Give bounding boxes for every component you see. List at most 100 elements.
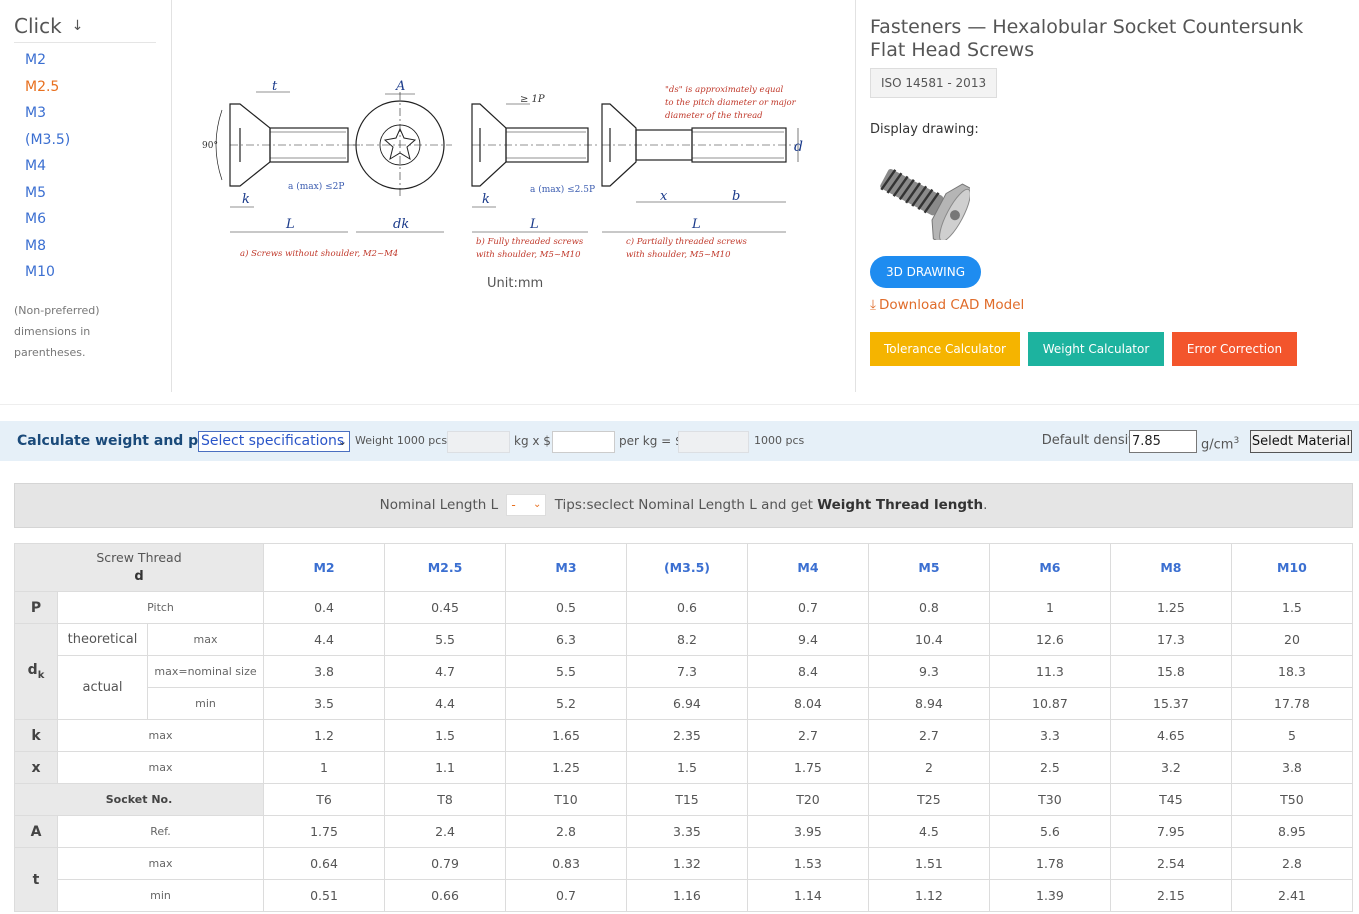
table-value: 7.95 (1109, 815, 1232, 848)
table-value: 8.95 (1230, 815, 1354, 848)
table-value: 3.35 (625, 815, 748, 848)
size-link[interactable]: M2.5 (25, 77, 70, 104)
table-value: 2.4 (384, 815, 506, 848)
total-price-field (678, 431, 749, 453)
table-value: T25 (867, 783, 990, 816)
density-label: Default density (1041, 433, 1141, 448)
size-link[interactable]: (M3.5) (25, 130, 70, 157)
table-value: 5 (1230, 719, 1354, 752)
label-ref: Ref. (56, 815, 265, 848)
weight-price-calculator: Calculate weight and price. Select speci… (0, 421, 1359, 461)
standard-badge[interactable]: ISO 14581 - 2013 (870, 68, 998, 98)
table-value: 8.2 (625, 623, 748, 656)
column-size-header: M8 (1109, 543, 1232, 592)
product-info-panel: Fasteners — Hexalobular Socket Countersu… (855, 0, 1355, 392)
select-material-button[interactable]: Seledt Material (1250, 430, 1352, 453)
size-link[interactable]: M8 (25, 236, 70, 263)
table-value: T50 (1230, 783, 1354, 816)
size-navigation: Click ↓ M2 M2.5 M3 (M3.5) M4 M5 M6 M8 M10 (Non-p… (0, 0, 172, 392)
column-size-header: M2 (263, 543, 386, 592)
column-size-header: (M3.5) (625, 543, 748, 592)
weight-calculator-button[interactable]: Weight Calculator (1028, 332, 1164, 366)
table-value: 1.12 (867, 879, 990, 912)
tolerance-calculator-button[interactable]: Tolerance Calculator (870, 332, 1020, 366)
table-value: 0.8 (867, 591, 990, 624)
download-cad-link[interactable]: ⤓ Download CAD Model (870, 297, 1024, 313)
nominal-length-select[interactable]: - ⌄ (506, 494, 547, 516)
table-value: 5.5 (384, 623, 506, 656)
note-line-2: dimensions in parentheses. (14, 325, 91, 359)
label-amax-b: a (max) ≤2.5P (530, 184, 595, 195)
table-row-socket: Socket No. T6 T8 T10 T15 T20 T25 T30 T45 T50 (13, 783, 1354, 816)
table-value: 0.83 (505, 847, 627, 880)
nominal-tip: Tips:seclect Nominal Length L and get (554, 497, 813, 513)
label-amax-a: a (max) ≤2P (288, 181, 344, 192)
note-ds-1: "ds" is approximately equal (665, 85, 784, 95)
size-link[interactable]: M5 (25, 183, 70, 210)
page-title: Fasteners — Hexalobular Socket Countersu… (870, 16, 1304, 61)
table-value: 2 (867, 751, 990, 784)
table-row-k: k max 1.2 1.5 1.65 2.35 2.7 2.7 3.3 4.65 5 (14, 719, 1354, 752)
table-value: 0.7 (746, 591, 869, 624)
label-max: max (56, 719, 265, 752)
table-value: 3.8 (263, 655, 386, 688)
3d-drawing-button[interactable]: 3D DRAWING (870, 256, 981, 288)
weight-field (447, 431, 510, 453)
size-list: M2 M2.5 M3 (M3.5) M4 M5 M6 M8 M10 (25, 50, 70, 289)
table-value: 1.75 (746, 751, 869, 784)
caption-a: a) Screws without shoulder, M2~M4 (240, 248, 398, 259)
label-max: max (146, 623, 265, 656)
label-k-b: k (482, 192, 490, 207)
technical-drawing: t A ≥ 1P d k L dk k L x b L 90° a (max) … (202, 79, 803, 260)
table-value: 0.5 (505, 591, 627, 624)
table-value: 5.5 (505, 655, 627, 688)
label-k: k (242, 192, 250, 207)
specification-select[interactable]: Select specifications ⌄ (198, 431, 350, 452)
kg-x-label: kg x $ (514, 434, 551, 448)
size-link[interactable]: M10 (25, 262, 70, 289)
error-correction-button[interactable]: Error Correction (1172, 332, 1297, 366)
column-size-header: M6 (988, 543, 1111, 592)
table-value: 8.04 (746, 687, 869, 720)
table-value: 1.5 (1230, 591, 1354, 624)
symbol-dk-main: d (27, 662, 38, 679)
dimensions-table: Screw Thread d M2 M2.5 M3 (M3.5) M4 M5 M6 M8 M10 P P… (13, 543, 1354, 912)
size-link[interactable]: M2 (25, 50, 70, 77)
note-line-1: (Non-preferred) (14, 304, 100, 317)
size-link[interactable]: M6 (25, 209, 70, 236)
label-b: b (732, 189, 740, 204)
table-value: 0.64 (263, 847, 386, 880)
column-size-header: M10 (1230, 543, 1354, 592)
label-theoretical: theoretical (57, 623, 148, 656)
weight-label: Weight 1000 pcs : (355, 434, 455, 447)
table-value: T6 (263, 783, 386, 816)
table-value: 1.5 (384, 719, 506, 752)
label-L-c: L (691, 217, 701, 232)
chevron-down-icon: ⌄ (337, 435, 347, 448)
caption-c1: c) Partially threaded screws (626, 236, 748, 247)
table-value: 9.3 (867, 655, 990, 688)
table-value: 6.3 (505, 623, 627, 656)
table-value: 2.8 (1230, 847, 1354, 880)
table-value: 4.7 (384, 655, 506, 688)
nominal-length-bar: Nominal Length L - ⌄ Tips:seclect Nominal… (14, 483, 1353, 528)
column-size-header: M2.5 (384, 543, 506, 592)
table-value: 4.65 (1109, 719, 1232, 752)
screw-3d-thumbnail[interactable] (870, 160, 970, 240)
price-per-kg-input[interactable] (552, 431, 615, 453)
symbol-A: A (14, 815, 58, 848)
table-value: 1.16 (625, 879, 748, 912)
table-value: 1.39 (988, 879, 1111, 912)
density-input[interactable]: 7.85 (1129, 430, 1197, 453)
size-link[interactable]: M3 (25, 103, 70, 130)
column-size-header: M3 (505, 543, 627, 592)
note-ds-2: to the pitch diameter or major (665, 98, 797, 108)
label-x: x (660, 189, 668, 204)
table-value: 1.53 (746, 847, 869, 880)
table-value: 0.51 (263, 879, 386, 912)
table-value: 3.3 (988, 719, 1111, 752)
symbol-dk: dk (14, 623, 58, 720)
table-value: 0.6 (625, 591, 748, 624)
table-row-t-max: t max 0.64 0.79 0.83 1.32 1.53 1.51 1.78 2.54 2.8 (14, 847, 1354, 912)
size-link[interactable]: M4 (25, 156, 70, 183)
